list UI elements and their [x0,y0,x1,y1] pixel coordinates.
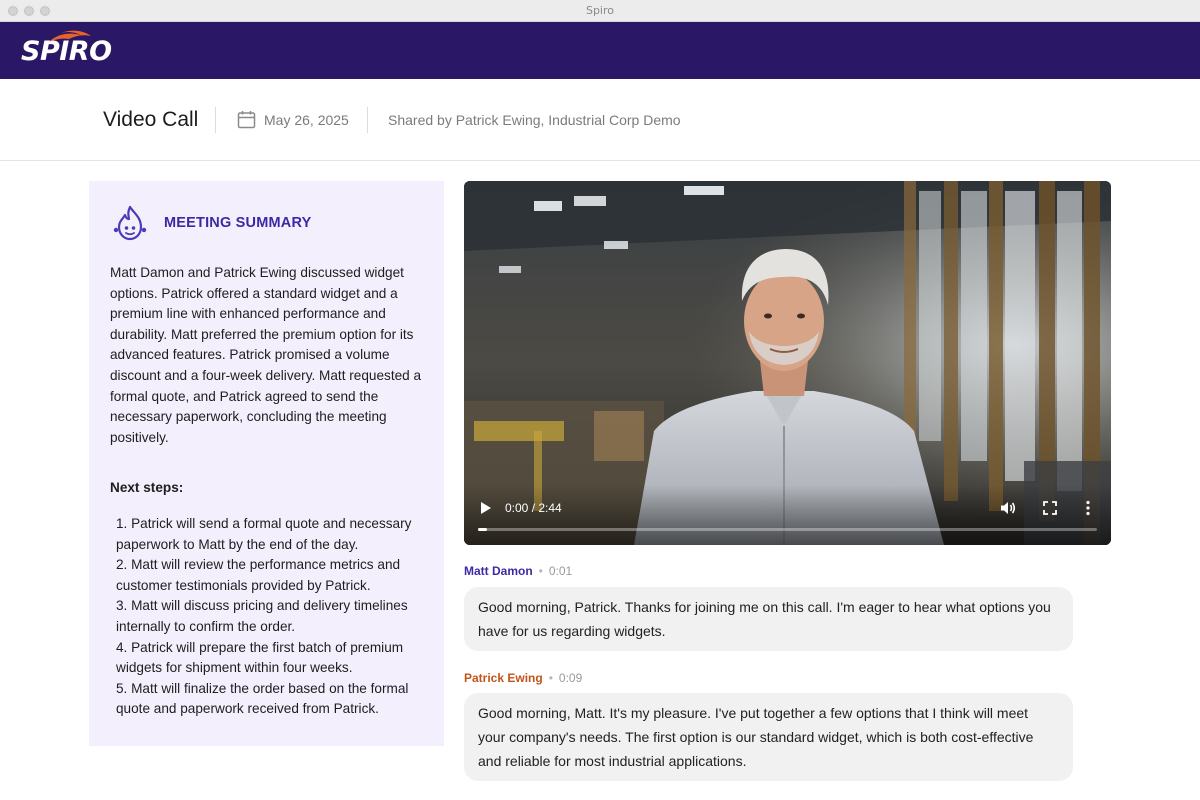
header-divider [367,107,368,133]
transcript-message: Good morning, Matt. It's my pleasure. I'… [464,693,1073,781]
logo-flame-icon [49,30,91,42]
brand-bar [0,22,1200,79]
transcript-entry-header: Patrick Ewing • 0:09 [464,671,582,685]
transcript-timestamp[interactable]: 0:01 [549,564,572,578]
video-player[interactable]: 0:00 / 2:44 [464,181,1111,545]
page-header: Video Call May 26, 2025 Shared by Patric… [0,79,1200,161]
window-titlebar: Spiro [0,0,1200,22]
meeting-summary-panel: MEETING SUMMARY Matt Damon and Patrick E… [89,181,444,746]
transcript-timestamp[interactable]: 0:09 [559,671,582,685]
speaker-name[interactable]: Patrick Ewing [464,671,543,685]
shared-by-text: Shared by Patrick Ewing, Industrial Corp… [388,112,681,128]
volume-icon[interactable] [1000,500,1016,516]
next-step-item: 3. Matt will discuss pricing and deliver… [116,598,408,634]
next-step-item: 2. Matt will review the performance metr… [116,557,401,593]
next-step-item: 1. Patrick will send a formal quote and … [116,516,412,552]
meeting-date: May 26, 2025 [264,112,349,128]
more-options-icon[interactable] [1085,500,1091,516]
video-progress-bar[interactable] [478,528,1097,531]
window-title: Spiro [585,4,615,17]
next-steps-list: 1. Patrick will send a formal quote and … [116,514,434,720]
separator-dot: • [538,564,543,578]
speaker-name[interactable]: Matt Damon [464,564,533,578]
next-steps-title: Next steps: [110,480,184,495]
summary-body: Matt Damon and Patrick Ewing discussed w… [110,265,422,445]
play-icon[interactable] [480,501,492,515]
calendar-icon [237,111,256,129]
transcript-message: Good morning, Patrick. Thanks for joinin… [464,587,1073,651]
header-divider [215,107,216,133]
transcript-entry-header: Matt Damon • 0:01 [464,564,572,578]
page-title: Video Call [103,108,199,131]
video-progress-fill [478,528,488,531]
video-time: 0:00 / 2:44 [505,501,562,515]
next-step-item: 4. Patrick will prepare the first batch … [116,639,404,676]
next-step-item: 5. Matt will finalize the order based on… [116,680,409,717]
spiro-logo[interactable]: SPIRO [21,30,112,67]
ai-assistant-icon [113,205,147,241]
fullscreen-icon[interactable] [1043,501,1057,515]
separator-dot: • [548,671,553,685]
video-controls: 0:00 / 2:44 [464,485,1111,545]
summary-title: MEETING SUMMARY [164,215,312,231]
